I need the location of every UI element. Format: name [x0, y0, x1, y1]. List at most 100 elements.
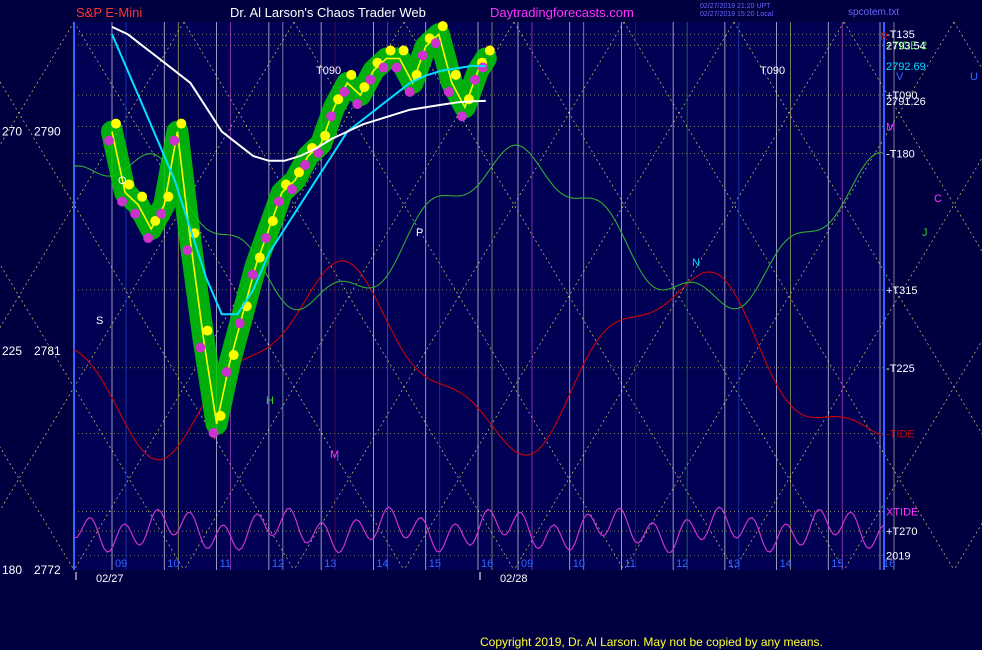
price-low-dot: [195, 342, 206, 353]
price-high-dot: [202, 325, 213, 336]
price-high-dot: [320, 130, 331, 141]
hour-tick-label: 10: [573, 558, 585, 570]
price-low-dot: [365, 74, 376, 85]
price-high-dot: [450, 69, 461, 80]
hour-tick-label: 11: [624, 558, 635, 570]
price-low-dot: [430, 38, 441, 49]
hour-tick-label: 15: [831, 558, 843, 570]
left-axis-price: 2781: [34, 344, 61, 358]
price-low-dot: [300, 159, 311, 170]
grid-diagonal: [0, 21, 75, 146]
price-low-dot: [221, 366, 232, 377]
chart-annotation: O: [118, 175, 127, 187]
timestamp-utc: 02/27/2019 21:20 UPT: [700, 3, 771, 10]
price-low-dot: [208, 427, 219, 438]
grid-diagonal: [0, 446, 75, 571]
chart-title: Dr. Al Larson's Chaos Trader Web: [230, 5, 426, 20]
symbol-label: S&P E-Mini: [76, 5, 142, 20]
price-low-dot: [260, 233, 271, 244]
hour-tick-label: 11: [220, 558, 231, 570]
chart-annotation: N: [692, 257, 700, 269]
price-high-dot: [254, 252, 265, 263]
price-low-dot: [417, 50, 428, 61]
right-level-label: M: [886, 122, 895, 134]
price-low-dot: [339, 86, 350, 97]
hour-tick-label: 12: [272, 558, 284, 570]
chart-annotation: R: [880, 31, 888, 43]
price-low-dot: [104, 135, 114, 146]
timestamp-local: 02/27/2019 15:20 Local: [700, 11, 774, 18]
chart-annotation: J: [922, 227, 928, 239]
price-low-dot: [169, 135, 180, 146]
left-axis-price: 2772: [34, 563, 61, 577]
right-price-label: 2791.26: [886, 96, 926, 108]
chart-annotation: T090: [760, 65, 785, 77]
price-low-dot: [456, 111, 467, 122]
hour-tick-label: 15: [429, 558, 441, 570]
price-low-dot: [143, 233, 154, 244]
price-low-dot: [273, 196, 284, 207]
price-high-dot: [346, 69, 357, 80]
price-low-dot: [470, 74, 480, 85]
price-low-dot: [287, 184, 297, 195]
chart-annotation: M: [330, 449, 339, 461]
chart-annotation: H: [266, 395, 274, 407]
left-axis-price: 2790: [34, 125, 61, 139]
hour-tick-label: 16: [883, 558, 895, 570]
hour-tick-label: 13: [324, 558, 336, 570]
chart-annotation: T090: [316, 65, 341, 77]
price-high-dot: [228, 349, 239, 360]
price-low-dot: [247, 269, 258, 280]
price-low-dot: [326, 111, 337, 122]
hour-tick-label: 16: [481, 558, 493, 570]
right-level-label: +T315: [886, 285, 918, 297]
right-level-label: +T270: [886, 526, 918, 538]
right-price-label: 2793.54: [886, 40, 926, 52]
site-link[interactable]: Daytradingforecasts.com: [490, 5, 634, 20]
price-low-dot: [404, 86, 415, 97]
price-high-dot: [484, 45, 495, 56]
price-low-dot: [156, 208, 167, 219]
price-high-dot: [111, 118, 121, 129]
right-level-label: -T180: [886, 149, 915, 161]
hour-tick-label: 14: [376, 558, 388, 570]
right-level-label: -TIDE: [886, 429, 915, 441]
price-low-dot: [117, 196, 128, 207]
hour-tick-label: 10: [167, 558, 179, 570]
right-level-label: XTIDE: [886, 507, 918, 519]
chart-annotation: C: [934, 193, 942, 205]
date-label: 02/27: [96, 573, 124, 585]
price-low-dot: [130, 208, 141, 219]
price-high-dot: [163, 191, 174, 202]
price-low-dot: [443, 86, 454, 97]
price-high-dot: [385, 45, 396, 56]
left-axis-angle: 270: [2, 125, 22, 139]
price-low-dot: [391, 62, 402, 73]
price-high-dot: [267, 216, 278, 227]
hour-tick-label: 09: [115, 558, 127, 570]
chart-annotation: S: [96, 315, 103, 327]
chart-annotation: V: [896, 71, 904, 83]
price-high-dot: [398, 45, 409, 56]
date-label: 02/28: [500, 573, 528, 585]
copyright-notice: Copyright 2019, Dr. Al Larson. May not b…: [480, 635, 823, 649]
left-axis-angle: 180: [2, 563, 22, 577]
right-level-label: -T225: [886, 363, 915, 375]
price-low-dot: [352, 99, 363, 110]
price-low-dot: [182, 245, 193, 256]
grid-diagonal: [953, 21, 982, 70]
hour-tick-label: 09: [521, 558, 533, 570]
left-axis-angle: 225: [2, 344, 22, 358]
hour-tick-label: 13: [728, 558, 740, 570]
price-high-dot: [215, 410, 226, 421]
price-low-dot: [378, 62, 389, 73]
price-high-dot: [437, 21, 448, 32]
price-low-dot: [477, 62, 488, 73]
price-high-dot: [137, 191, 148, 202]
grid-diagonal: [953, 522, 982, 571]
price-low-dot: [234, 318, 245, 329]
hour-tick-label: 12: [676, 558, 688, 570]
chart-annotation: U: [970, 71, 978, 83]
price-high-dot: [176, 118, 187, 129]
chart-annotation: P: [416, 227, 423, 239]
